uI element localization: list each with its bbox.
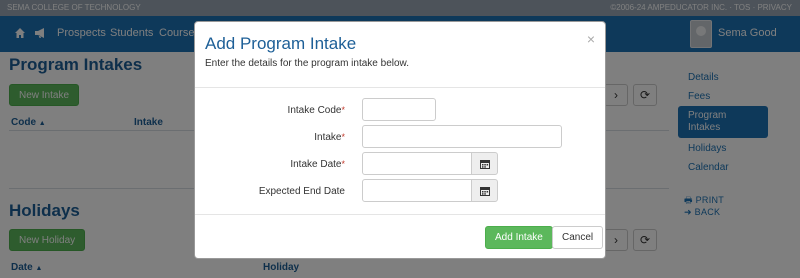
intake-date-calendar-button[interactable]: [471, 152, 498, 175]
close-icon[interactable]: ×: [587, 31, 595, 47]
expected-end-date-label: Expected End Date: [258, 186, 345, 197]
modal-title: Add Program Intake: [205, 34, 357, 53]
intake-date-input[interactable]: [362, 152, 472, 175]
intake-code-input[interactable]: [362, 98, 436, 121]
calendar-icon: [480, 187, 490, 196]
modal-header: Add Program Intake Enter the details for…: [195, 22, 605, 88]
modal-footer-divider: [195, 214, 605, 215]
expected-end-date-input[interactable]: [362, 179, 472, 202]
add-intake-button[interactable]: Add Intake: [485, 226, 553, 249]
expected-end-date-calendar-button[interactable]: [471, 179, 498, 202]
intake-input[interactable]: [362, 125, 562, 148]
intake-label: Intake*: [314, 132, 345, 143]
calendar-icon: [480, 160, 490, 169]
add-program-intake-dialog: Add Program Intake Enter the details for…: [194, 21, 606, 259]
intake-date-label: Intake Date*: [290, 159, 345, 170]
intake-code-label: Intake Code*: [287, 105, 345, 116]
modal-subtitle: Enter the details for the program intake…: [205, 58, 410, 69]
cancel-button[interactable]: Cancel: [552, 226, 604, 249]
